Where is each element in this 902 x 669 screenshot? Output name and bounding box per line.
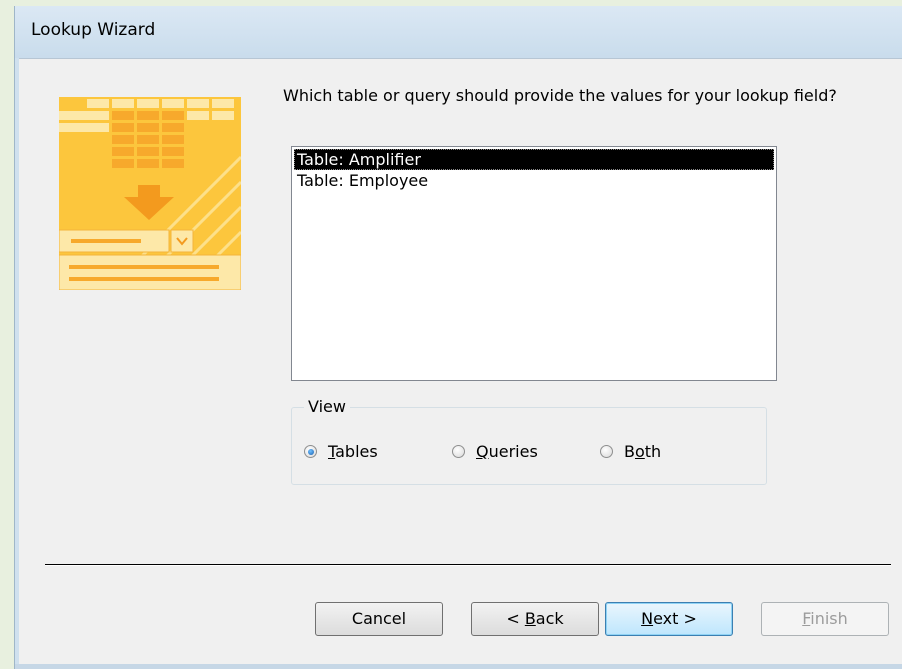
view-groupbox: View Tables Queries Both bbox=[291, 397, 767, 485]
queries-radio[interactable]: Queries bbox=[452, 442, 538, 461]
wizard-client-area: Which table or query should provide the … bbox=[19, 58, 902, 664]
window-title: Lookup Wizard bbox=[31, 20, 156, 40]
tables-radio[interactable]: Tables bbox=[304, 442, 378, 461]
next-button[interactable]: Next > bbox=[605, 602, 733, 636]
lookup-wizard-illustration-icon bbox=[59, 97, 241, 290]
list-item-amplifier[interactable]: Table: Amplifier bbox=[294, 149, 774, 170]
back-button[interactable]: < Back bbox=[471, 602, 599, 636]
window-bottom-edge bbox=[15, 664, 902, 669]
wizard-question: Which table or query should provide the … bbox=[283, 86, 837, 105]
table-query-listbox[interactable]: Table: Amplifier Table: Employee bbox=[291, 146, 777, 381]
finish-button[interactable]: Finish bbox=[761, 602, 889, 636]
both-radio[interactable]: Both bbox=[600, 442, 661, 461]
view-group-label: View bbox=[304, 397, 350, 416]
radio-checked-icon[interactable] bbox=[304, 445, 317, 458]
button-separator bbox=[45, 564, 891, 566]
radio-unchecked-icon[interactable] bbox=[452, 445, 465, 458]
both-radio-label: Both bbox=[624, 442, 662, 461]
radio-unchecked-icon[interactable] bbox=[600, 445, 613, 458]
lookup-wizard-window: Lookup Wizard Which table or query shoul… bbox=[14, 6, 902, 669]
list-item-employee[interactable]: Table: Employee bbox=[294, 170, 774, 191]
cancel-button[interactable]: Cancel bbox=[315, 602, 443, 636]
queries-radio-label: Queries bbox=[476, 442, 538, 461]
title-bar[interactable]: Lookup Wizard bbox=[15, 6, 902, 58]
tables-radio-label: Tables bbox=[328, 442, 378, 461]
